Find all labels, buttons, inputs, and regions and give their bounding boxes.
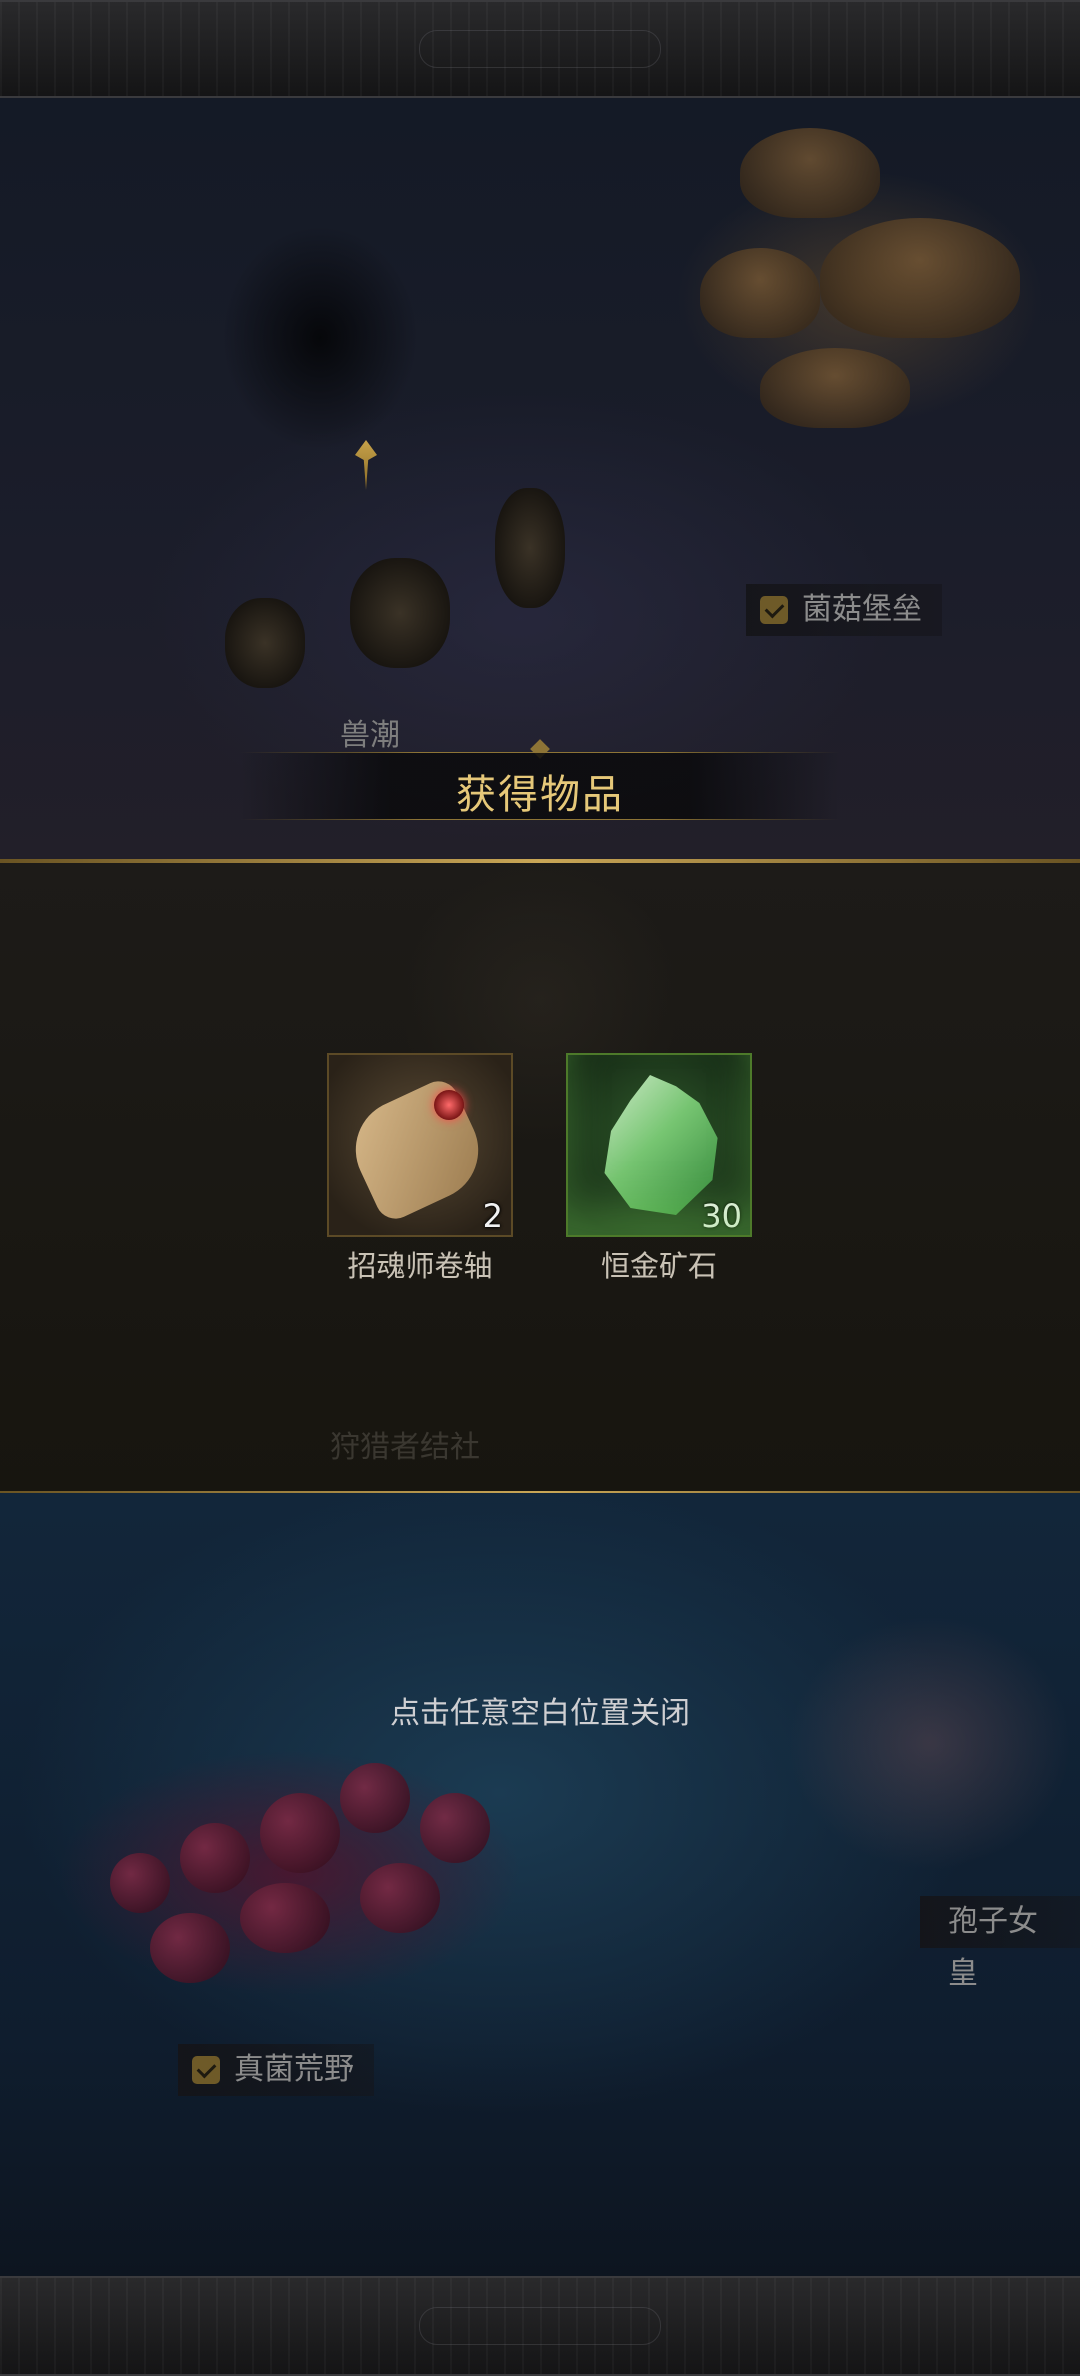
close-hint-text: 点击任意空白位置关闭 bbox=[390, 1696, 690, 1731]
map-scene-lower[interactable] bbox=[0, 1493, 1080, 2276]
spore-berry bbox=[180, 1823, 250, 1893]
bottom-frame-border bbox=[0, 2276, 1080, 2376]
frame-ornament bbox=[419, 2307, 661, 2345]
spore-berry bbox=[260, 1793, 340, 1873]
spore-berry bbox=[110, 1853, 170, 1913]
checkmark-icon bbox=[192, 2056, 220, 2084]
hunters-guild-label: 狩猎者结社 bbox=[330, 1430, 480, 1465]
reward-item-slot[interactable]: 2 bbox=[327, 1053, 513, 1237]
beast-tide-label: 兽潮 bbox=[340, 718, 400, 753]
spore-berry bbox=[150, 1913, 230, 1983]
mushroom-cluster bbox=[740, 128, 880, 218]
mushroom-cluster bbox=[820, 218, 1020, 338]
item-count: 30 bbox=[701, 1197, 742, 1235]
reward-panel bbox=[0, 861, 1080, 1493]
panel-top-border bbox=[0, 859, 1080, 863]
item-name: 招魂师卷轴 bbox=[347, 1249, 493, 1283]
location-label: 菌菇堡垒 bbox=[802, 592, 922, 627]
ore-crystal-icon bbox=[604, 1075, 718, 1215]
beast-creature[interactable] bbox=[350, 558, 450, 668]
reward-title: 获得物品 bbox=[456, 772, 624, 818]
gem-ornament-icon bbox=[434, 1090, 464, 1120]
hero-character[interactable] bbox=[495, 488, 565, 608]
spore-berry bbox=[360, 1863, 440, 1933]
mushroom-cluster bbox=[700, 248, 820, 338]
reward-item-slot[interactable]: 30 bbox=[566, 1053, 752, 1237]
beast-creature[interactable] bbox=[225, 598, 305, 688]
top-frame-border bbox=[0, 0, 1080, 98]
mushroom-cluster bbox=[760, 348, 910, 428]
scroll-icon bbox=[339, 1074, 495, 1226]
map-location-spore-queen[interactable]: 孢子女皇 bbox=[920, 1896, 1080, 1991]
checkmark-icon bbox=[760, 596, 788, 624]
location-label: 真菌荒野 bbox=[234, 2052, 354, 2087]
spore-berry bbox=[420, 1793, 490, 1863]
item-name: 恒金矿石 bbox=[600, 1249, 717, 1283]
spore-berry bbox=[240, 1883, 330, 1953]
spore-berry bbox=[340, 1763, 410, 1833]
map-location-mushroom-fortress[interactable]: 菌菇堡垒 bbox=[746, 584, 942, 636]
item-count: 2 bbox=[482, 1197, 503, 1235]
map-location-fungal-wilds[interactable]: 真菌荒野 bbox=[178, 2044, 374, 2096]
reward-title-banner: 获得物品 bbox=[240, 752, 840, 820]
frame-ornament bbox=[419, 30, 661, 68]
